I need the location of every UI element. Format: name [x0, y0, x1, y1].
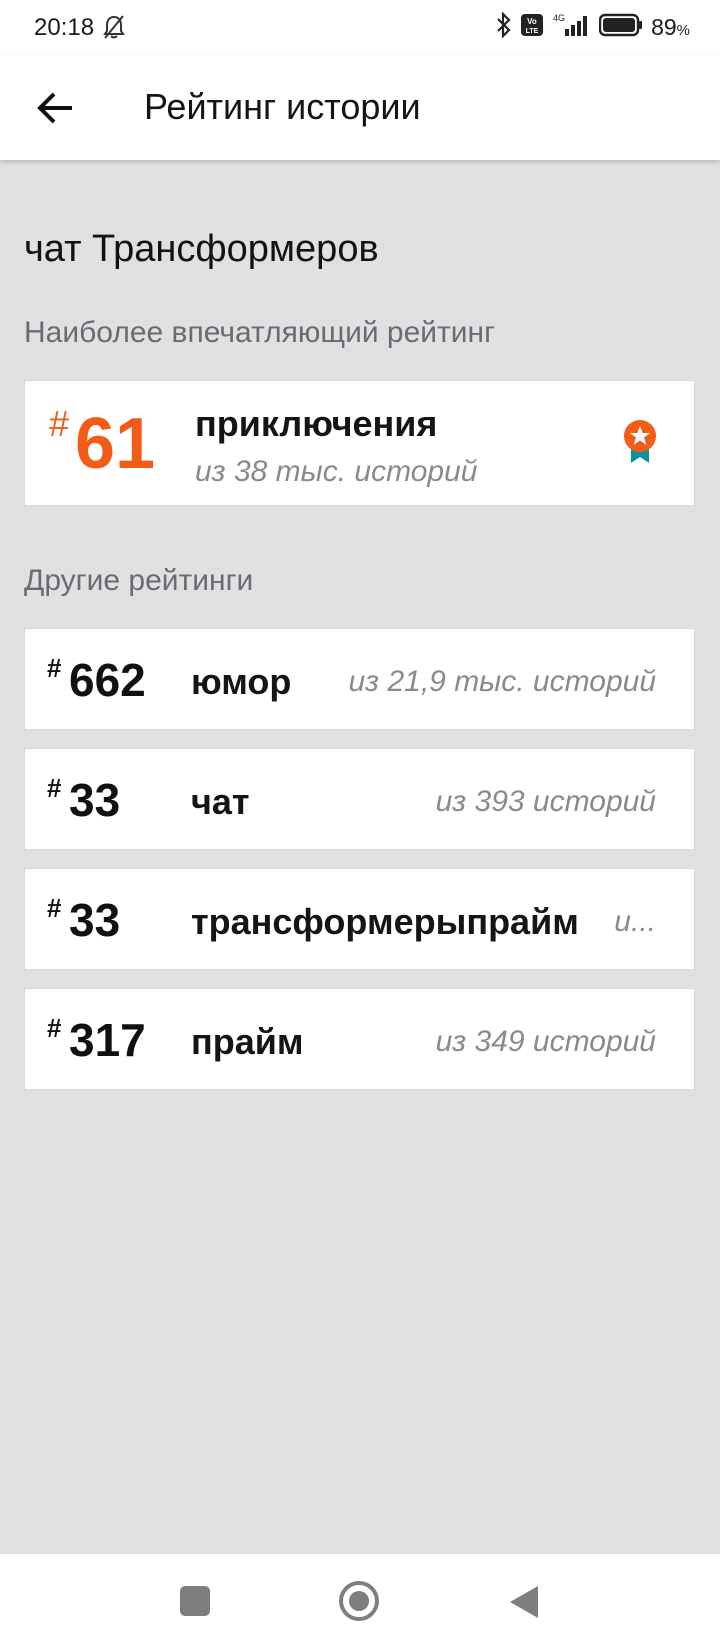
bluetooth-icon — [495, 11, 513, 43]
app-bar: Рейтинг истории — [0, 56, 720, 160]
ranking-subtitle: из 21,9 тыс. историй — [348, 665, 657, 698]
ranking-row[interactable]: # 662 юмор из 21,9 тыс. историй — [24, 628, 695, 730]
rank-hash: # — [47, 773, 62, 803]
home-circle-icon[interactable] — [338, 1580, 380, 1622]
ranking-subtitle: из 393 историй — [435, 785, 656, 818]
arrow-left-icon — [37, 92, 72, 124]
battery-icon — [598, 13, 643, 42]
ranking-tag: приключения — [195, 403, 438, 444]
ranking-row[interactable]: # 33 трансформерыпрайм и... — [24, 868, 695, 970]
ranking-subtitle: и... — [614, 905, 656, 938]
ranking-tag: трансформерыпрайм — [191, 901, 579, 942]
back-button[interactable] — [34, 84, 82, 132]
svg-text:LTE: LTE — [526, 28, 539, 35]
ranking-subtitle: из 38 тыс. историй — [195, 455, 478, 488]
volte-icon: Vo LTE — [521, 14, 544, 41]
system-nav-bar — [0, 1554, 720, 1650]
network-label: 4G — [553, 13, 565, 23]
featured-ranking-card[interactable]: # 61 приключения из 38 тыс. историй — [24, 380, 695, 506]
svg-text:Vo: Vo — [527, 17, 537, 26]
rank-number: 33 — [69, 774, 121, 826]
bell-off-icon — [102, 14, 126, 45]
rank-hash: # — [49, 403, 70, 444]
status-right: Vo LTE 4G 89% — [495, 11, 690, 43]
ranking-tag: чат — [191, 781, 250, 822]
back-triangle-icon[interactable] — [504, 1582, 544, 1622]
signal-icon: 4G — [551, 12, 591, 43]
ranking-subtitle: из 349 историй — [435, 1025, 656, 1058]
other-section-label: Другие рейтинги — [24, 564, 254, 597]
ranking-tag: юмор — [191, 661, 292, 702]
rank-number: 33 — [69, 894, 121, 946]
recents-square-icon[interactable] — [180, 1586, 210, 1616]
status-time: 20:18 — [34, 14, 95, 41]
ranking-row[interactable]: # 33 чат из 393 историй — [24, 748, 695, 850]
rank-number: 61 — [75, 404, 156, 484]
rank-number: 662 — [69, 654, 146, 706]
rank-number: 317 — [69, 1014, 146, 1066]
award-medal-icon — [622, 419, 658, 470]
rank-hash: # — [47, 893, 62, 923]
ranking-row[interactable]: # 317 прайм из 349 историй — [24, 988, 695, 1090]
rank-hash: # — [47, 653, 62, 683]
page-title: Рейтинг истории — [144, 86, 421, 127]
rank-hash: # — [47, 1013, 62, 1043]
featured-section-label: Наиболее впечатляющий рейтинг — [24, 316, 496, 349]
ranking-tag: прайм — [191, 1021, 304, 1062]
story-title: чат Трансформеров — [24, 228, 379, 270]
status-bar: 20:18 Vo LTE 4G 89% — [0, 0, 720, 56]
battery-percent: 89% — [651, 14, 690, 40]
